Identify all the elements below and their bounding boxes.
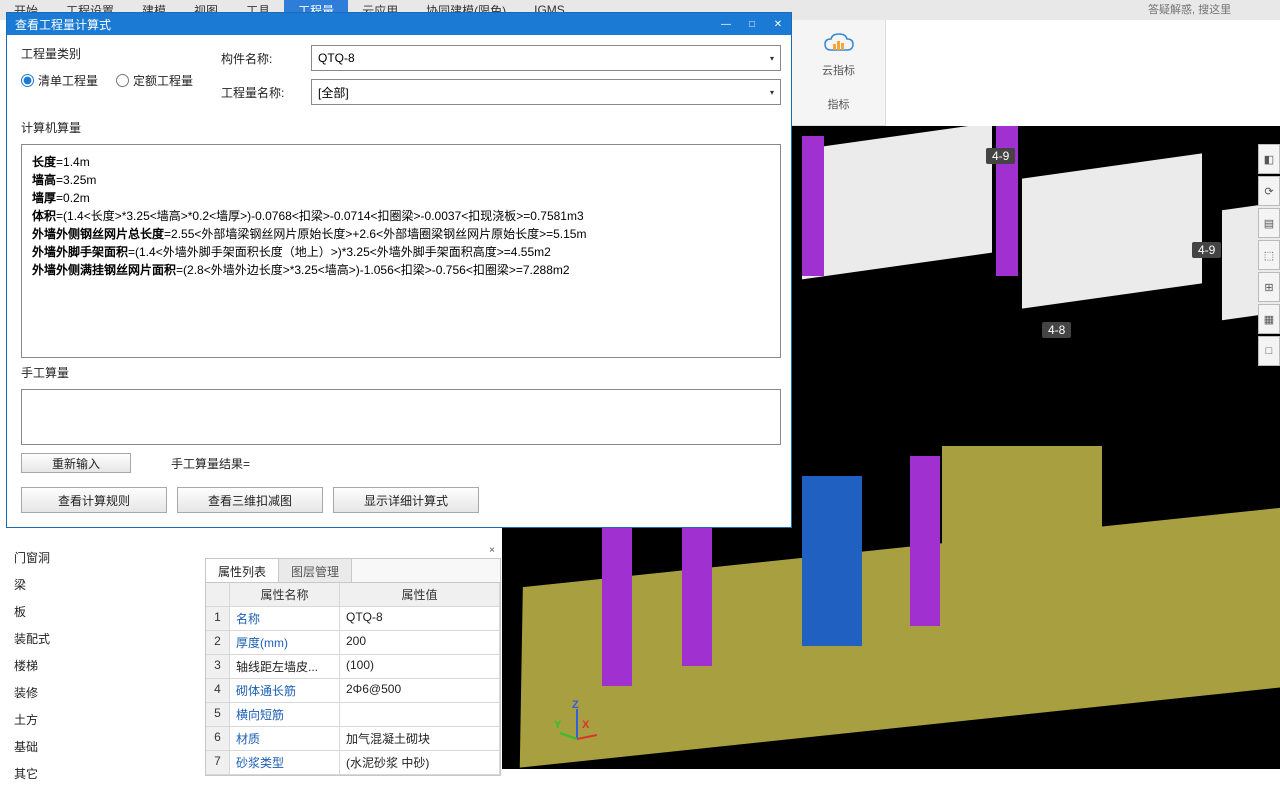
property-name[interactable]: 砌体通长筋	[230, 679, 340, 703]
close-button[interactable]: ✕	[765, 13, 791, 35]
reload-button[interactable]: 重新输入	[21, 453, 131, 473]
tree-item[interactable]: 装配式	[8, 625, 198, 652]
property-panel: × 属性列表 图层管理 属性名称 属性值 1名称QTQ-82厚度(mm)2003…	[205, 558, 501, 776]
radio-input[interactable]	[21, 74, 34, 87]
left-category-tree: 门窗洞 梁 板 装配式 楼梯 装修 土方 基础 其它	[8, 544, 198, 787]
axis-label: 4-9	[986, 148, 1015, 164]
row-index: 3	[206, 655, 230, 679]
manual-section-label: 手工算量	[21, 364, 781, 381]
computer-formula-box[interactable]: 长度=1.4m墙高=3.25m墙厚=0.2m体积=(1.4<长度>*3.25<墙…	[21, 144, 781, 358]
row-index: 2	[206, 631, 230, 655]
toolbar-button[interactable]: □	[1258, 336, 1280, 366]
property-name[interactable]: 砂浆类型	[230, 751, 340, 775]
panel-close-icon[interactable]: ×	[486, 545, 498, 557]
toolbar-button[interactable]: ⬚	[1258, 240, 1280, 270]
minimize-button[interactable]: —	[713, 13, 739, 35]
property-value[interactable]	[340, 703, 500, 727]
toolbar-button[interactable]: ◧	[1258, 144, 1280, 174]
manual-result-label: 手工算量结果=	[171, 455, 250, 472]
quantity-name-label: 工程量名称:	[221, 84, 311, 101]
row-index: 1	[206, 607, 230, 631]
right-toolbar: ◧ ⟳ ▤ ⬚ ⊞ ▦ □	[1258, 144, 1280, 368]
maximize-button[interactable]: □	[739, 13, 765, 35]
header-property-name: 属性名称	[230, 583, 340, 607]
component-name-dropdown[interactable]: QTQ-8 ▾	[311, 45, 781, 71]
view-3d-deduction-button[interactable]: 查看三维扣减图	[177, 487, 323, 513]
property-name[interactable]: 名称	[230, 607, 340, 631]
radio-bill-quantity[interactable]: 清单工程量	[21, 72, 98, 89]
dialog-title: 查看工程量计算式	[15, 16, 111, 33]
manual-formula-box[interactable]	[21, 389, 781, 445]
quantity-name-dropdown[interactable]: [全部] ▾	[311, 79, 781, 105]
axis-label: 4-8	[1042, 322, 1071, 338]
indicator-label: 指标	[792, 96, 885, 112]
component-name-label: 构件名称:	[221, 50, 311, 67]
property-value[interactable]: 加气混凝土砌块	[340, 727, 500, 751]
toolbar-button[interactable]: ⟳	[1258, 176, 1280, 206]
property-name[interactable]: 厚度(mm)	[230, 631, 340, 655]
header-property-value: 属性值	[340, 583, 500, 607]
category-title: 工程量类别	[21, 45, 221, 62]
tree-item[interactable]: 基础	[8, 733, 198, 760]
property-name[interactable]: 横向短筋	[230, 703, 340, 727]
property-name[interactable]: 材质	[230, 727, 340, 751]
quantity-formula-dialog: 查看工程量计算式 — □ ✕ 工程量类别 清单工程量 定额工程量	[6, 12, 792, 528]
property-value[interactable]: (水泥砂浆 中砂)	[340, 751, 500, 775]
chevron-down-icon: ▾	[770, 88, 774, 97]
toolbar-button[interactable]: ▤	[1258, 208, 1280, 238]
tab-layer-manage[interactable]: 图层管理	[279, 559, 352, 582]
property-name[interactable]: 轴线距左墙皮...	[230, 655, 340, 679]
radio-input[interactable]	[116, 74, 129, 87]
tree-item[interactable]: 土方	[8, 706, 198, 733]
tree-item[interactable]: 板	[8, 598, 198, 625]
show-detail-formula-button[interactable]: 显示详细计算式	[333, 487, 479, 513]
tab-property-list[interactable]: 属性列表	[206, 559, 279, 582]
cloud-label: 云指标	[792, 62, 885, 78]
computer-section-label: 计算机算量	[21, 119, 781, 136]
toolbar-button[interactable]: ⊞	[1258, 272, 1280, 302]
tree-item[interactable]: 装修	[8, 679, 198, 706]
view-rule-button[interactable]: 查看计算规则	[21, 487, 167, 513]
row-index: 5	[206, 703, 230, 727]
property-value[interactable]: 2Φ6@500	[340, 679, 500, 703]
tree-item[interactable]: 楼梯	[8, 652, 198, 679]
row-index: 6	[206, 727, 230, 751]
tree-item[interactable]: 门窗洞	[8, 544, 198, 571]
chevron-down-icon: ▾	[770, 54, 774, 63]
row-index: 4	[206, 679, 230, 703]
radio-fixed-quantity[interactable]: 定额工程量	[116, 72, 193, 89]
property-value[interactable]: QTQ-8	[340, 607, 500, 631]
header-blank	[206, 583, 230, 607]
axis-label: 4-9	[1192, 242, 1221, 258]
axis-gizmo[interactable]: ZYX	[552, 699, 602, 749]
search-input[interactable]	[1148, 4, 1268, 16]
row-index: 7	[206, 751, 230, 775]
cloud-indicator-panel: 云指标 指标	[792, 20, 886, 126]
tree-item[interactable]: 其它	[8, 760, 198, 787]
toolbar-button[interactable]: ▦	[1258, 304, 1280, 334]
top-search	[1148, 0, 1268, 20]
cloud-icon[interactable]	[823, 32, 855, 56]
dialog-titlebar[interactable]: 查看工程量计算式 — □ ✕	[7, 13, 791, 35]
property-value[interactable]: (100)	[340, 655, 500, 679]
property-value[interactable]: 200	[340, 631, 500, 655]
tree-item[interactable]: 梁	[8, 571, 198, 598]
